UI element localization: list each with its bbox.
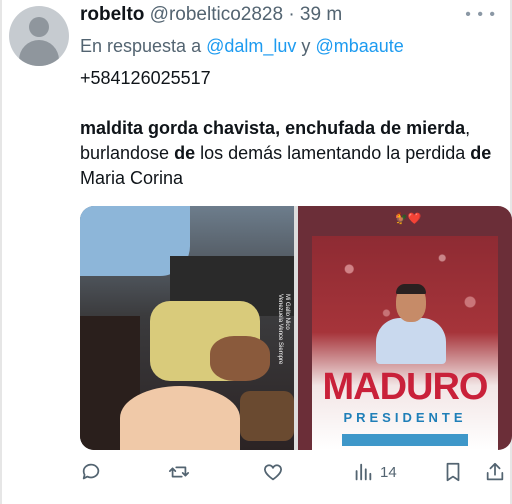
share-button[interactable] <box>484 458 506 486</box>
mention-link-1[interactable]: @dalm_luv <box>206 36 296 56</box>
text-segment-3: Maria Corina <box>80 168 184 188</box>
bold-segment-3: de <box>470 143 492 163</box>
retweet-icon <box>168 466 190 478</box>
photo-poster[interactable]: 🐓❤️ MADURO PRESIDENTE <box>298 206 512 450</box>
photo-caption: Mi Gallo Nico Venezuela Vence Siempre <box>276 294 290 364</box>
poster-person <box>376 284 446 364</box>
text-segment-2: los demás lamentando la perdida <box>195 143 471 163</box>
poster-title: MADURO <box>322 366 489 408</box>
bold-segment-2: de <box>174 143 196 163</box>
mention-link-2[interactable]: @mbaaute <box>315 36 403 56</box>
avatar[interactable] <box>9 6 69 66</box>
photo-caption-line-1: Mi Gallo Nico <box>284 294 290 330</box>
poster-emoji: 🐓❤️ <box>394 213 422 225</box>
bookmark-icon <box>446 462 460 482</box>
like-button[interactable] <box>262 458 284 486</box>
reply-context: En respuesta a @dalm_luv y @mbaaute <box>80 36 404 57</box>
tweet-card[interactable]: robelto @robeltico2828 · 39 m • • • En r… <box>0 0 512 504</box>
poster-subtitle: PRESIDENTE <box>343 410 467 425</box>
reply-button[interactable] <box>80 458 102 486</box>
photo-shape-face <box>210 336 270 381</box>
media-grid: Mi Gallo Nico Venezuela Vence Siempre 🐓❤… <box>80 206 512 450</box>
share-icon <box>486 462 504 481</box>
tweet-message: maldita gorda chavista, enchufada de mie… <box>80 116 500 191</box>
like-icon <box>264 464 282 481</box>
more-icon[interactable]: • • • <box>465 6 496 24</box>
poster-image: MADURO PRESIDENTE <box>312 236 498 450</box>
reply-joiner: y <box>301 36 311 56</box>
poster-bar <box>342 434 468 446</box>
avatar-shoulders-shape <box>19 40 59 66</box>
reply-icon <box>82 463 100 480</box>
photo-shape-face-2 <box>120 386 240 450</box>
reply-prefix: En respuesta a <box>80 36 202 56</box>
avatar-head-shape <box>29 17 49 37</box>
photo-shape-hat <box>240 391 294 441</box>
tweet-text: +584126025517 maldita gorda chavista, en… <box>80 66 500 216</box>
handle-and-time[interactable]: @robeltico2828 · 39 m <box>150 4 343 25</box>
views-icon <box>355 463 372 481</box>
views-count: 14 <box>380 463 397 481</box>
display-name[interactable]: robelto <box>80 4 144 25</box>
photo-selfie[interactable]: Mi Gallo Nico Venezuela Vence Siempre <box>80 206 294 450</box>
bold-segment-1: maldita gorda chavista, enchufada de mie… <box>80 118 466 138</box>
poster-person-shirt <box>376 318 446 364</box>
views-button[interactable]: 14 <box>352 458 397 486</box>
phone-number: +584126025517 <box>80 68 211 88</box>
poster-person-hair <box>396 284 426 294</box>
tweet-header: robelto @robeltico2828 · 39 m <box>80 4 342 26</box>
action-bar: 14 <box>80 458 512 486</box>
retweet-button[interactable] <box>168 458 190 486</box>
bookmark-button[interactable] <box>442 458 464 486</box>
photo-caption-line-2: Venezuela Vence Siempre <box>277 294 283 365</box>
